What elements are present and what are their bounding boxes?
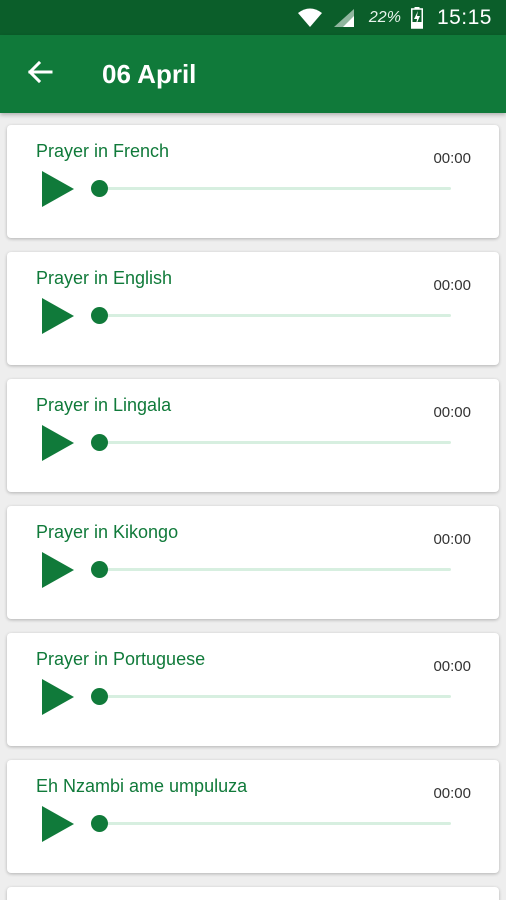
- signal-icon: [333, 8, 355, 28]
- seek-thumb[interactable]: [91, 434, 108, 451]
- play-button[interactable]: [40, 424, 76, 462]
- seek-thumb[interactable]: [91, 815, 108, 832]
- play-icon: [42, 425, 74, 461]
- play-button[interactable]: [40, 170, 76, 208]
- audio-time: 00:00: [433, 277, 471, 294]
- play-button[interactable]: [40, 805, 76, 843]
- play-icon: [42, 679, 74, 715]
- audio-card: Prayer in Lingala 00:00: [7, 379, 499, 492]
- back-button[interactable]: [20, 54, 60, 94]
- seek-bar[interactable]: [91, 434, 451, 451]
- play-button[interactable]: [40, 297, 76, 335]
- seek-bar[interactable]: [91, 688, 451, 705]
- seek-bar[interactable]: [91, 561, 451, 578]
- seek-thumb[interactable]: [91, 688, 108, 705]
- audio-time: 00:00: [433, 658, 471, 675]
- seek-bar[interactable]: [91, 815, 451, 832]
- clock: 15:15: [436, 5, 492, 29]
- audio-title: Prayer in Kikongo: [36, 522, 179, 542]
- play-icon: [42, 552, 74, 588]
- audio-title: Prayer in French: [36, 141, 170, 161]
- audio-time: 00:00: [433, 150, 471, 167]
- audio-title: Eh Nzambi ame umpuluza: [36, 776, 248, 796]
- play-icon: [42, 806, 74, 842]
- seek-thumb[interactable]: [91, 561, 108, 578]
- audio-card: Prayer in Portuguese 00:00: [7, 633, 499, 746]
- play-button[interactable]: [40, 551, 76, 589]
- battery-percent: 22%: [368, 8, 401, 26]
- audio-card: Eh Nzambi ame umpuluza 00:00: [7, 760, 499, 873]
- play-icon: [42, 298, 74, 334]
- seek-bar[interactable]: [91, 180, 451, 197]
- audio-card: Prayer in French 00:00: [7, 125, 499, 238]
- seek-thumb[interactable]: [91, 307, 108, 324]
- audio-title: Prayer in Portuguese: [36, 649, 206, 669]
- audio-time: 00:00: [433, 404, 471, 421]
- audio-card: Prayer in English 00:00: [7, 252, 499, 365]
- audio-title: Prayer in English: [36, 268, 173, 288]
- play-icon: [42, 171, 74, 207]
- audio-time: 00:00: [433, 785, 471, 802]
- battery-charging-icon: [410, 6, 423, 29]
- play-button[interactable]: [40, 678, 76, 716]
- audio-card: [7, 887, 499, 900]
- audio-time: 00:00: [433, 531, 471, 548]
- status-bar: 22% 15:15: [0, 0, 506, 35]
- arrow-left-icon: [27, 60, 53, 89]
- audio-card: Prayer in Kikongo 00:00: [7, 506, 499, 619]
- seek-bar[interactable]: [91, 307, 451, 324]
- prayer-list[interactable]: Prayer in French 00:00 Prayer in English…: [0, 113, 506, 900]
- audio-title: Prayer in Lingala: [36, 395, 172, 415]
- page-title: 06 April: [102, 58, 197, 89]
- app-bar: 06 April: [0, 35, 506, 113]
- seek-thumb[interactable]: [91, 180, 108, 197]
- wifi-icon: [297, 8, 323, 28]
